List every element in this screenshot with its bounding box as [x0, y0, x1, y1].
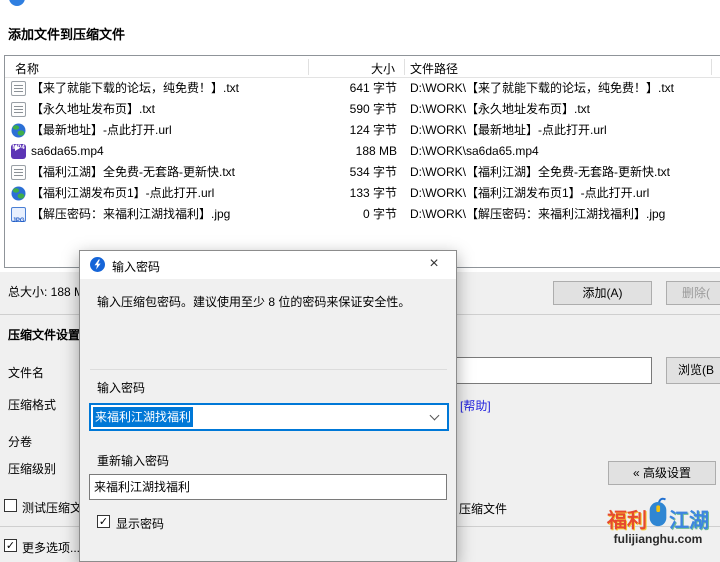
add-button[interactable]: 添加(A)	[553, 281, 652, 305]
show-password-checkbox[interactable]: ✓	[97, 515, 110, 528]
file-path: D:\WORK\【永久地址发布页】.txt	[410, 99, 590, 120]
file-path: D:\WORK\sa6da65.mp4	[410, 141, 539, 162]
file-size: 124 字节	[305, 120, 397, 141]
table-row[interactable]: 【来了就能下载的论坛，纯免费！】.txt 641 字节 D:\WORK\【来了就…	[5, 78, 720, 99]
file-size: 534 字节	[305, 162, 397, 183]
table-row[interactable]: 【最新地址】-点此打开.url 124 字节 D:\WORK\【最新地址】-点此…	[5, 120, 720, 141]
delete-button[interactable]: 删除(	[666, 281, 720, 305]
mouse-icon	[648, 496, 668, 531]
file-path: D:\WORK\【来了就能下载的论坛，纯免费！】.txt	[410, 78, 674, 99]
file-path: D:\WORK\【解压密码：来福利江湖找福利】.jpg	[410, 204, 665, 225]
column-header-size[interactable]: 大小	[309, 60, 395, 77]
file-name: 【福利江湖】全免费-无套路-更新快.txt	[31, 162, 235, 183]
level-label: 压缩级别	[8, 460, 56, 477]
dialog-titlebar: 输入密码 ×	[80, 251, 456, 279]
password-dialog: 输入密码 × 输入压缩包密码。建议使用至少 8 位的密码来保证安全性。 输入密码…	[79, 250, 457, 562]
globe-icon	[11, 123, 26, 138]
file-path: D:\WORK\【最新地址】-点此打开.url	[410, 120, 607, 141]
file-size: 590 字节	[305, 99, 397, 120]
list-header: 名称 大小 文件路径	[5, 56, 720, 78]
logo-text-jianghu: 江湖	[669, 511, 709, 531]
volume-label: 分卷	[8, 433, 32, 450]
page-title: 添加文件到压缩文件	[8, 24, 125, 43]
column-divider	[711, 59, 712, 75]
watermark-logo: 福利 江湖 fulijianghu.com	[596, 497, 720, 546]
column-divider	[308, 59, 309, 75]
archive-settings-header: 压缩文件设置	[8, 326, 80, 343]
more-options-checkbox[interactable]: ✓	[4, 539, 17, 552]
password-label: 输入密码	[97, 379, 145, 396]
right-checkbox-label-fragment: 压缩文件	[459, 500, 507, 517]
table-row[interactable]: 【福利江湖】全免费-无套路-更新快.txt 534 字节 D:\WORK\【福利…	[5, 162, 720, 183]
file-name: 【最新地址】-点此打开.url	[31, 120, 172, 141]
filename-label: 文件名	[8, 364, 44, 381]
table-row[interactable]: 【永久地址发布页】.txt 590 字节 D:\WORK\【永久地址发布页】.t…	[5, 99, 720, 120]
confirm-password-input[interactable]: 来福利江湖找福利	[89, 474, 447, 500]
file-size: 641 字节	[305, 78, 397, 99]
logo-text-fuli: 福利	[607, 511, 647, 531]
password-combobox[interactable]: 来福利江湖找福利	[89, 403, 449, 431]
txt-file-icon	[11, 81, 26, 96]
confirm-password-label: 重新输入密码	[97, 452, 169, 469]
txt-file-icon	[11, 102, 26, 117]
file-name: 【福利江湖发布页1】-点此打开.url	[31, 183, 214, 204]
file-name: sa6da65.mp4	[31, 141, 104, 162]
file-path: D:\WORK\【福利江湖】全免费-无套路-更新快.txt	[410, 162, 670, 183]
globe-icon	[11, 186, 26, 201]
total-size-label: 总大小: 188 M	[8, 283, 84, 300]
column-header-path[interactable]: 文件路径	[410, 60, 458, 77]
dialog-title: 输入密码	[112, 258, 160, 275]
file-name: 【解压密码：来福利江湖找福利】.jpg	[31, 204, 230, 225]
password-value-selected: 来福利江湖找福利	[93, 407, 193, 427]
mp4-file-icon: MP4	[11, 144, 26, 159]
table-row[interactable]: JPG 【解压密码：来福利江湖找福利】.jpg 0 字节 D:\WORK\【解压…	[5, 204, 720, 225]
file-size: 0 字节	[305, 204, 397, 225]
more-options-label: 更多选项...	[22, 539, 80, 556]
file-list: 名称 大小 文件路径 【来了就能下载的论坛，纯免费！】.txt 641 字节 D…	[4, 55, 720, 268]
file-name: 【永久地址发布页】.txt	[31, 99, 155, 120]
advanced-settings-button[interactable]: « 高级设置	[608, 461, 716, 485]
logo-domain: fulijianghu.com	[596, 532, 720, 546]
test-archive-checkbox[interactable]	[4, 499, 17, 512]
jpg-file-icon: JPG	[11, 207, 26, 222]
show-password-label: 显示密码	[116, 515, 164, 532]
dialog-message: 输入压缩包密码。建议使用至少 8 位的密码来保证安全性。	[97, 294, 442, 310]
table-row[interactable]: 【福利江湖发布页1】-点此打开.url 133 字节 D:\WORK\【福利江湖…	[5, 183, 720, 204]
file-path: D:\WORK\【福利江湖发布页1】-点此打开.url	[410, 183, 649, 204]
close-icon[interactable]: ×	[412, 251, 456, 279]
divider	[90, 369, 447, 370]
file-size: 133 字节	[305, 183, 397, 204]
file-name: 【来了就能下载的论坛，纯免费！】.txt	[31, 78, 239, 99]
file-size: 188 MB	[305, 141, 397, 162]
help-link[interactable]: [帮助]	[460, 397, 491, 414]
column-divider	[404, 59, 405, 75]
txt-file-icon	[11, 165, 26, 180]
browse-button[interactable]: 浏览(B	[666, 357, 720, 384]
chevron-down-icon[interactable]	[430, 411, 440, 421]
table-row[interactable]: MP4 sa6da65.mp4 188 MB D:\WORK\sa6da65.m…	[5, 141, 720, 162]
archiver-app-icon	[90, 257, 105, 275]
column-header-name[interactable]: 名称	[15, 60, 39, 77]
format-label: 压缩格式	[8, 396, 56, 413]
